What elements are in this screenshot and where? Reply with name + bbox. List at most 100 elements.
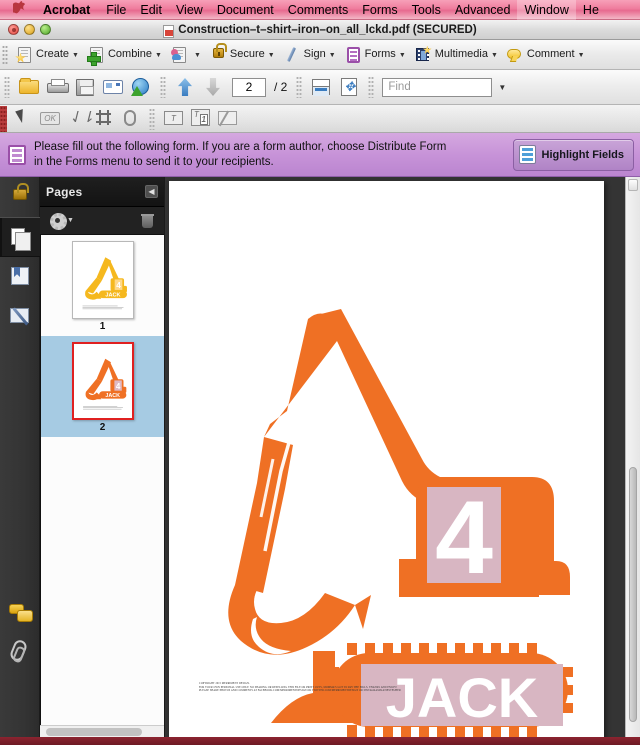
menu-item-help[interactable]: He <box>576 0 606 20</box>
print-icon <box>47 79 69 95</box>
menu-item-acrobat[interactable]: Acrobat <box>34 0 99 20</box>
page-thumbnail-number: 2 <box>99 422 106 433</box>
page-number-input[interactable]: 2 <box>232 77 266 97</box>
page-thumbnail-2[interactable]: 4 JACK <box>71 342 134 420</box>
chevron-down-icon[interactable]: ▼ <box>329 52 336 59</box>
chevron-down-icon[interactable]: ▼ <box>194 52 201 59</box>
print-button[interactable] <box>44 74 70 100</box>
pages-panel-toolbar: ▼ <box>40 207 164 235</box>
fit-width-button[interactable] <box>308 74 334 100</box>
apple-logo-icon[interactable] <box>0 0 34 17</box>
menu-item-file[interactable]: File <box>99 0 133 20</box>
sidebar-item-pages[interactable] <box>0 217 40 257</box>
select-tool-button[interactable] <box>10 106 36 132</box>
page-thumbnail-1[interactable]: 4 JACK <box>71 241 134 319</box>
chevron-down-icon[interactable]: ▼ <box>399 52 406 59</box>
link-field-tool[interactable] <box>118 106 144 132</box>
dropdown-field-tool[interactable]: ⇃⇂ <box>64 106 94 132</box>
next-page-button[interactable] <box>200 74 226 100</box>
button-field-tool[interactable]: OK <box>37 106 63 132</box>
multimedia-button[interactable]: Multimedia ▼ <box>410 42 502 68</box>
sidebar-item-bookmarks[interactable] <box>0 257 40 297</box>
create-document-icon <box>15 46 33 64</box>
window-title-wrap: Construction–t–shirt–iron–on_all_lckd.pd… <box>0 23 640 38</box>
highlight-fields-label: Highlight Fields <box>541 148 625 161</box>
menu-item-advanced[interactable]: Advanced <box>448 0 518 20</box>
copyright-notice: COPYRIGHT 2015 MERRIMENT DESIGN. FOR YOU… <box>199 682 569 693</box>
sign-button[interactable]: Sign ▼ <box>279 42 340 68</box>
pdf-file-icon <box>163 25 175 38</box>
menu-item-edit[interactable]: Edit <box>133 0 169 20</box>
comment-button-label: Comment <box>526 48 575 60</box>
menu-item-comments[interactable]: Comments <box>281 0 355 20</box>
highlight-fields-button[interactable]: Highlight Fields <box>512 138 634 171</box>
page-thumbnail-list[interactable]: 4 JACK 1 4 JACK 2 <box>40 235 164 725</box>
menu-item-document[interactable]: Document <box>210 0 281 20</box>
find-dropdown-icon[interactable]: ▼ <box>494 83 510 92</box>
toolbar-grip[interactable] <box>2 44 8 65</box>
sidebar-item-security[interactable] <box>0 177 40 217</box>
previous-page-button[interactable] <box>172 74 198 100</box>
svg-text:4: 4 <box>115 382 120 391</box>
arrow-up-icon <box>178 78 192 96</box>
toolbar-separator <box>160 76 166 98</box>
chevron-down-icon[interactable]: ▼ <box>155 52 162 59</box>
pages-panel-title: Pages <box>46 184 83 199</box>
create-button[interactable]: Create ▼ <box>11 42 83 68</box>
forms-button-label: Forms <box>364 48 396 60</box>
scroll-thumb[interactable] <box>629 467 637 722</box>
pdf-page[interactable]: 4 JACK COPYRIGHT 2015 MERRIMENT DESIGN. … <box>169 181 604 737</box>
sidebar-item-comments[interactable] <box>0 591 40 631</box>
text-field-tool[interactable]: T <box>160 106 186 132</box>
sidebar-item-signatures[interactable] <box>0 297 40 337</box>
film-icon <box>414 45 432 64</box>
chevron-down-icon[interactable]: ▼ <box>268 52 275 59</box>
name-field-value: JACK <box>386 666 538 729</box>
document-view[interactable]: 4 JACK COPYRIGHT 2015 MERRIMENT DESIGN. … <box>165 177 640 737</box>
document-vertical-scrollbar[interactable] <box>625 177 640 737</box>
edit-field-tool[interactable] <box>214 106 240 132</box>
trash-icon[interactable] <box>141 213 154 228</box>
chevron-down-icon[interactable]: ▼ <box>491 52 498 59</box>
toolbar-separator <box>296 76 303 98</box>
scroll-up-button[interactable] <box>628 179 638 191</box>
speech-bubble-icon <box>506 46 524 64</box>
save-button[interactable] <box>72 74 98 100</box>
menu-item-forms[interactable]: Forms <box>355 0 404 20</box>
pages-horizontal-scrollbar[interactable] <box>40 725 164 737</box>
find-placeholder: Find <box>388 81 411 93</box>
chevron-down-icon[interactable]: ▼ <box>578 52 585 59</box>
chevron-left-icon[interactable]: ◀ <box>145 185 158 198</box>
secure-button[interactable]: Secure ▼ <box>205 42 279 68</box>
form-notice-text: Please fill out the following form. If y… <box>34 140 505 170</box>
chevron-down-icon[interactable]: ▼ <box>72 52 79 59</box>
fit-page-button[interactable] <box>336 74 362 100</box>
menu-item-tools[interactable]: Tools <box>405 0 448 20</box>
pages-panel: Pages ◀ ▼ 4 JACK 1 4 JACK 2 <box>40 177 165 737</box>
upload-button[interactable] <box>128 74 154 100</box>
menu-item-window[interactable]: Window <box>517 0 576 20</box>
text-field-icon: T <box>164 110 183 125</box>
listbox-field-tool[interactable] <box>91 106 117 132</box>
svg-text:JACK: JACK <box>105 393 120 399</box>
listbox-field-icon <box>96 109 111 125</box>
collaborate-button[interactable]: ▼ <box>166 42 205 68</box>
combine-button[interactable]: Combine ▼ <box>83 42 166 68</box>
comment-button[interactable]: Comment ▼ <box>502 42 589 68</box>
numbered-field-tool[interactable]: T1 <box>187 106 213 132</box>
gear-icon[interactable] <box>50 213 67 230</box>
collaborate-icon <box>170 46 188 64</box>
list-item[interactable]: 4 JACK 1 <box>41 235 164 336</box>
chevron-down-icon[interactable]: ▼ <box>67 217 74 224</box>
list-item[interactable]: 4 JACK 2 <box>41 336 164 437</box>
sidebar-item-attachments[interactable] <box>0 631 40 671</box>
forms-button[interactable]: Forms ▼ <box>340 42 410 68</box>
menu-item-view[interactable]: View <box>169 0 210 20</box>
open-button[interactable] <box>16 74 42 100</box>
forms-toolbar-grip[interactable] <box>0 105 7 132</box>
email-button[interactable] <box>100 74 126 100</box>
link-field-icon <box>124 109 136 126</box>
multimedia-button-label: Multimedia <box>434 48 488 60</box>
highlight-fields-icon <box>518 145 536 164</box>
find-input[interactable]: Find <box>382 77 493 97</box>
